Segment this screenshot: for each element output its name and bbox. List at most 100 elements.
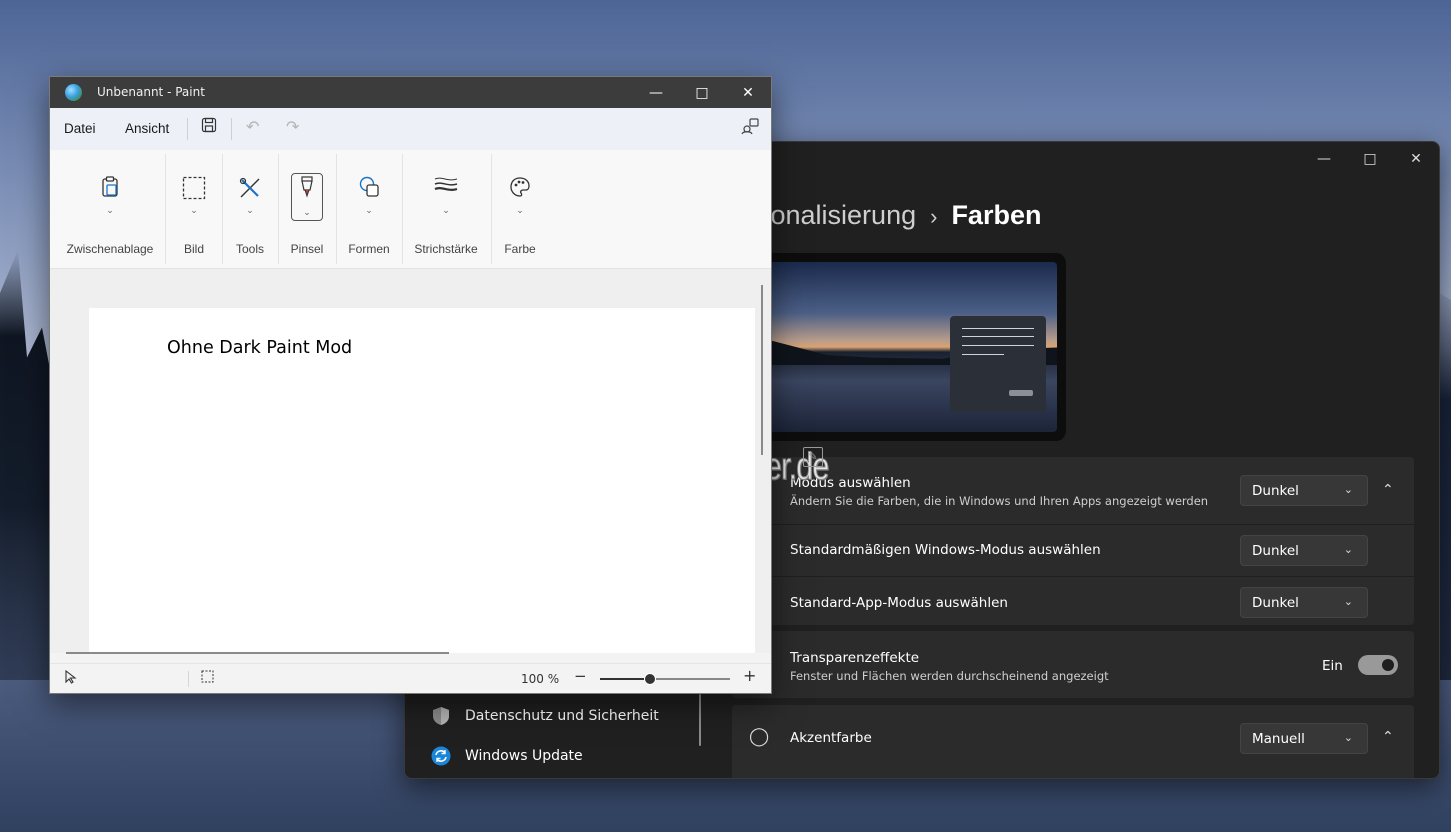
- shapes-icon: [358, 176, 380, 203]
- settings-minimize-button[interactable]: —: [1301, 142, 1347, 176]
- brush-icon: [299, 176, 315, 203]
- breadcrumb: sonalisierung › Farben: [757, 200, 1041, 231]
- accent-row[interactable]: ◯ Akzentfarbe Manuell ⌄ ⌃: [732, 705, 1414, 771]
- chevron-down-icon: ⌄: [1343, 483, 1353, 496]
- mode-dropdown[interactable]: Dunkel ⌄: [1240, 475, 1368, 506]
- save-icon[interactable]: [201, 117, 217, 137]
- zoom-out-button[interactable]: −: [574, 667, 587, 685]
- paint-menubar: Datei Ansicht ↶ ↷: [50, 108, 771, 151]
- settings-close-button[interactable]: ✕: [1393, 142, 1439, 176]
- mode-card: Modus auswählen Ändern Sie die Farben, d…: [732, 457, 1414, 625]
- app-mode-dropdown-value: Dunkel: [1252, 594, 1299, 611]
- mode-description: Ändern Sie die Farben, die in Windows un…: [790, 494, 1209, 508]
- chevron-down-icon: ⌄: [442, 206, 450, 216]
- horizontal-scrollbar[interactable]: [66, 652, 449, 654]
- ribbon-label: Strichstärke: [414, 242, 478, 256]
- ribbon-group-pinsel[interactable]: ⌄ Pinsel: [280, 150, 334, 268]
- chevron-up-icon[interactable]: ⌃: [1382, 482, 1394, 498]
- tools-icon: [238, 176, 262, 205]
- chevron-down-icon: ⌄: [106, 206, 114, 216]
- paint-window: Unbenannt - Paint — □ ✕ Datei Ansicht ↶ …: [49, 76, 772, 694]
- paint-close-button[interactable]: ✕: [725, 77, 771, 108]
- preview-wallpaper: [769, 262, 1057, 432]
- accent-dropdown-value: Manuell: [1252, 730, 1305, 747]
- chevron-down-icon: ⌄: [365, 206, 373, 216]
- chevron-up-icon[interactable]: ⌃: [1382, 729, 1394, 745]
- sidebar-scrollbar[interactable]: [699, 694, 701, 746]
- redo-icon[interactable]: ↷: [286, 117, 299, 136]
- accent-card: ◯ Akzentfarbe Manuell ⌄ ⌃: [732, 705, 1414, 778]
- ribbon-label: Formen: [348, 242, 390, 256]
- app-mode-dropdown[interactable]: Dunkel ⌄: [1240, 587, 1368, 618]
- stroke-size-icon: [434, 176, 458, 201]
- zoom-in-button[interactable]: +: [743, 666, 756, 685]
- share-icon[interactable]: [741, 117, 759, 139]
- chevron-down-icon: ⌄: [246, 206, 254, 216]
- paint-maximize-button[interactable]: □: [679, 77, 725, 108]
- ribbon-group-formen[interactable]: ⌄ Formen: [338, 150, 400, 268]
- transparency-row: Transparenzeffekte Fenster und Flächen w…: [732, 631, 1414, 698]
- selection-size-icon: [201, 670, 214, 686]
- sidebar-item-label: Windows Update: [465, 748, 583, 764]
- paint-app-icon: [65, 84, 82, 101]
- preview-window-sample: [950, 316, 1046, 412]
- chevron-down-icon: ⌄: [303, 208, 311, 218]
- menu-ansicht[interactable]: Ansicht: [125, 121, 169, 136]
- paint-ribbon: ⌄ Zwischenablage ⌄ Bild ⌄ Tools ⌄ Pinsel…: [50, 150, 771, 269]
- windows-mode-row: Standardmäßigen Windows-Modus auswählen …: [732, 525, 1414, 577]
- transparency-toggle[interactable]: [1358, 655, 1398, 675]
- ribbon-label: Tools: [235, 242, 264, 256]
- palette-icon: ◯: [749, 726, 770, 747]
- app-mode-title: Standard-App-Modus auswählen: [790, 595, 1008, 611]
- undo-icon[interactable]: ↶: [246, 117, 259, 136]
- paint-caption-buttons: — □ ✕: [633, 77, 771, 108]
- shield-icon: [431, 706, 451, 726]
- ribbon-group-tools[interactable]: ⌄ Tools: [224, 150, 276, 268]
- canvas-text: Ohne Dark Paint Mod: [167, 338, 353, 358]
- windows-mode-title: Standardmäßigen Windows-Modus auswählen: [790, 542, 1101, 558]
- settings-maximize-button[interactable]: □: [1347, 142, 1393, 176]
- sidebar-item-windows-update[interactable]: Windows Update: [431, 746, 583, 766]
- chevron-down-icon: ⌄: [190, 206, 198, 216]
- settings-caption-buttons: — □ ✕: [1301, 142, 1439, 176]
- menu-datei[interactable]: Datei: [64, 121, 96, 136]
- canvas-area: Ohne Dark Paint Mod: [50, 269, 771, 653]
- breadcrumb-separator: ›: [930, 204, 938, 229]
- transparency-card: Transparenzeffekte Fenster und Flächen w…: [732, 631, 1414, 698]
- page-title: Farben: [951, 200, 1042, 230]
- zoom-slider-thumb[interactable]: [644, 673, 656, 685]
- windows-mode-dropdown[interactable]: Dunkel ⌄: [1240, 535, 1368, 566]
- zoom-slider[interactable]: [600, 673, 730, 685]
- ribbon-group-bild[interactable]: ⌄ Bild: [168, 150, 220, 268]
- zoom-level[interactable]: 100 %: [521, 672, 559, 686]
- transparency-state-label: Ein: [1322, 658, 1343, 674]
- ribbon-group-zwischenablage[interactable]: ⌄ Zwischenablage: [60, 150, 160, 268]
- ribbon-group-farbe[interactable]: ⌄ Farbe: [494, 150, 546, 268]
- drawing-canvas[interactable]: Ohne Dark Paint Mod: [89, 308, 755, 653]
- paint-titlebar[interactable]: Unbenannt - Paint — □ ✕: [50, 77, 771, 108]
- sidebar-item-privacy[interactable]: Datenschutz und Sicherheit: [431, 706, 659, 726]
- paint-window-title: Unbenannt - Paint: [97, 85, 205, 99]
- breadcrumb-parent[interactable]: sonalisierung: [757, 200, 916, 230]
- app-mode-row: Standard-App-Modus auswählen Dunkel ⌄: [732, 577, 1414, 627]
- chevron-down-icon: ⌄: [1343, 595, 1353, 608]
- vertical-scrollbar[interactable]: [761, 285, 763, 455]
- chevron-down-icon: ⌄: [516, 206, 524, 216]
- mode-row[interactable]: Modus auswählen Ändern Sie die Farben, d…: [732, 457, 1414, 525]
- paint-minimize-button[interactable]: —: [633, 77, 679, 108]
- ribbon-group-strichstaerke[interactable]: ⌄ Strichstärke: [406, 150, 486, 268]
- selection-icon: [182, 176, 206, 205]
- cursor-position-icon: [65, 669, 77, 687]
- transparency-description: Fenster und Flächen werden durchscheinen…: [790, 669, 1109, 683]
- accent-dropdown[interactable]: Manuell ⌄: [1240, 723, 1368, 754]
- transparency-title: Transparenzeffekte: [790, 650, 920, 666]
- chevron-down-icon: ⌄: [1343, 543, 1353, 556]
- windows-mode-dropdown-value: Dunkel: [1252, 542, 1299, 559]
- paint-statusbar: 100 % − +: [50, 663, 771, 693]
- ribbon-label: Bild: [183, 242, 204, 256]
- clipboard-icon: [100, 176, 120, 203]
- watermark-pen-icon: ✎: [803, 447, 823, 467]
- sidebar-item-label: Datenschutz und Sicherheit: [465, 708, 659, 724]
- palette-icon: [509, 176, 531, 203]
- ribbon-label: Farbe: [504, 242, 536, 256]
